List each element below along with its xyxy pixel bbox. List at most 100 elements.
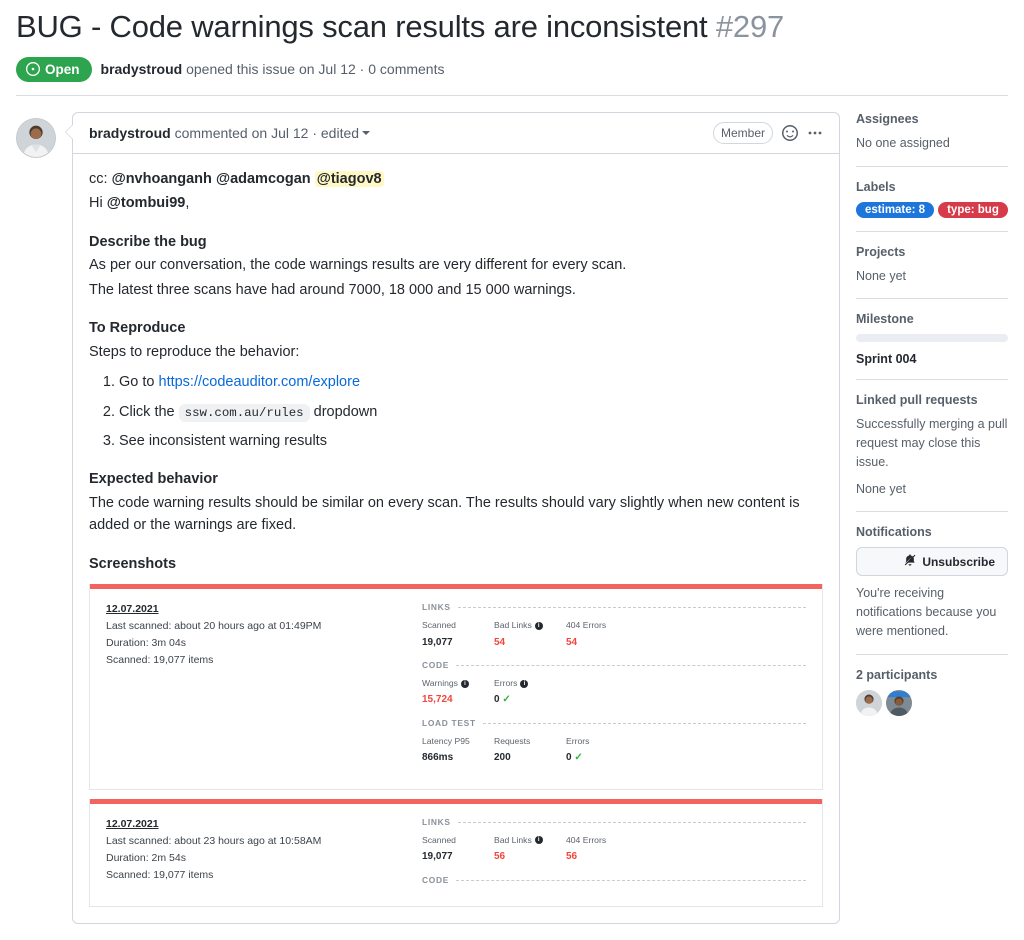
mention-tiagov8[interactable]: @tiagov8: [314, 170, 384, 187]
metric-cell: Latency P95 866ms: [422, 735, 494, 766]
metric-cell: Requests 200: [494, 735, 566, 766]
metric-cell: Bad Links i 56: [494, 834, 566, 865]
metric-row: Scanned 19,077 Bad Links i 56 404 Errors 56: [422, 834, 806, 865]
scan-scanned: Scanned: 19,077 items: [106, 654, 214, 667]
issue-page: BUG - Code warnings scan results are inc…: [0, 0, 1024, 924]
scan-duration: Duration: 2m 54s: [106, 851, 186, 864]
metric-cell: Scanned 19,077: [422, 619, 494, 650]
scan-date[interactable]: 12.07.2021: [106, 601, 406, 618]
metric-cell: Warnings i 15,724: [422, 677, 494, 708]
scan-card-content: 12.07.2021 Last scanned: about 23 hours a…: [90, 804, 822, 906]
metric-group-rule: [456, 879, 806, 881]
info-icon[interactable]: i: [534, 621, 543, 630]
linked-pr-value: None yet: [856, 481, 907, 496]
comment-author[interactable]: bradystroud: [89, 125, 171, 141]
check-icon: ✓: [499, 694, 511, 706]
metric-label-text: Scanned: [422, 834, 456, 845]
member-badge: Member: [712, 121, 773, 144]
comment-body: cc: @nvhoanganh @adamcogan @tiagov8 Hi @…: [73, 154, 839, 923]
issue-opened-icon: [26, 62, 40, 77]
labels-title[interactable]: Labels: [856, 180, 1008, 194]
cc-line: cc: @nvhoanganh @adamcogan @tiagov8: [89, 168, 823, 190]
chevron-down-icon[interactable]: [362, 130, 371, 135]
status-badge[interactable]: Open: [16, 56, 92, 82]
metric-group-title: CODE: [422, 874, 449, 885]
metric-label-text: Errors: [566, 735, 590, 746]
metric-label-text: Latency P95: [422, 735, 470, 746]
info-icon[interactable]: i: [520, 679, 529, 688]
info-icon[interactable]: i: [460, 679, 469, 688]
scan-metrics: LINKS Scanned 19,077 Bad Links i 54 404 Errors…: [422, 601, 806, 774]
scan-last-scanned: Last scanned: about 20 hours ago at 01:4…: [106, 620, 322, 633]
mention-adamcogan[interactable]: @adamcogan: [216, 171, 311, 187]
unsubscribe-button[interactable]: Unsubscribe: [856, 547, 1008, 577]
step-2-prefix: Click the: [119, 403, 179, 420]
metric-group-header: LOAD TEST: [422, 717, 806, 730]
label-pill-0[interactable]: estimate: 8: [856, 201, 935, 218]
metric-group-title: LINKS: [422, 602, 451, 613]
metric-label-text: Warnings: [422, 678, 458, 689]
notifications-section: Notifications Unsubscribe You're receivi…: [856, 511, 1008, 653]
assignees-title[interactable]: Assignees: [856, 112, 1008, 126]
milestone-title[interactable]: Milestone: [856, 312, 1008, 326]
meta-separator: ·: [359, 61, 365, 78]
issue-author[interactable]: bradystroud: [101, 61, 183, 77]
info-icon[interactable]: i: [534, 836, 543, 845]
projects-value: None yet: [856, 268, 907, 283]
scan-summary: 12.07.2021 Last scanned: about 20 hours a…: [106, 601, 406, 774]
comment-edited-label[interactable]: edited: [321, 125, 359, 141]
notifications-text: You're receiving notifications because y…: [856, 586, 997, 638]
issue-comment-count: 0 comments: [368, 61, 445, 78]
explore-link[interactable]: https://codeauditor.com/explore: [159, 374, 361, 390]
labels-list: estimate: 8 type: bug: [856, 201, 1008, 218]
smiley-icon[interactable]: [782, 124, 798, 141]
status-badge-label: Open: [45, 61, 80, 77]
participant-avatar-2[interactable]: [886, 689, 912, 716]
scan-card: 12.07.2021 Last scanned: about 20 hours a…: [89, 584, 823, 790]
assignees-value: No one assigned: [856, 135, 950, 150]
page-title: BUG - Code warnings scan results are inc…: [16, 8, 1008, 47]
metric-group-title: CODE: [422, 660, 449, 671]
issue-meta-row: Open bradystroud opened this issue on Ju…: [16, 56, 1008, 95]
metric-group-header: LINKS: [422, 601, 806, 614]
avatar-column: [16, 112, 72, 924]
describe-line-2: The latest three scans have had around 7…: [89, 281, 576, 298]
comment-thread: bradystroud commented on Jul 12 · edited…: [16, 111, 840, 924]
participant-avatar-1[interactable]: [856, 689, 882, 716]
milestone-progress-bar: [856, 334, 1008, 343]
metric-value: 15,724: [422, 694, 453, 706]
greeting-suffix: ,: [185, 195, 190, 212]
notifications-title: Notifications: [856, 525, 932, 540]
metric-label-text: Errors: [494, 678, 518, 689]
avatar[interactable]: [16, 117, 56, 158]
metric-label: Bad Links i: [494, 834, 566, 847]
metric-group-rule: [457, 607, 806, 609]
reproduce-intro: Steps to reproduce the behavior:: [89, 343, 300, 360]
metric-label: Errors: [566, 735, 638, 748]
label-pill-1[interactable]: type: bug: [938, 201, 1008, 218]
scan-screenshots: 12.07.2021 Last scanned: about 20 hours a…: [89, 584, 823, 907]
mention-tombui99[interactable]: @tombui99: [107, 195, 186, 211]
linked-pr-title[interactable]: Linked pull requests: [856, 393, 1008, 407]
issue-title-text: BUG - Code warnings scan results are inc…: [16, 9, 708, 44]
projects-title[interactable]: Projects: [856, 245, 1008, 259]
milestone-name[interactable]: Sprint 004: [856, 352, 1008, 366]
linked-pull-requests-section: Linked pull requests Successfully mergin…: [856, 379, 1008, 511]
mention-nvhoanganh[interactable]: @nvhoanganh: [112, 171, 212, 187]
participants-avatars: [856, 689, 1008, 716]
step-1: Go to https://codeauditor.com/explore: [119, 371, 823, 393]
unsubscribe-label: Unsubscribe: [922, 554, 995, 569]
metric-value: 0 ✓: [494, 694, 511, 706]
scan-card: 12.07.2021 Last scanned: about 23 hours a…: [89, 798, 823, 907]
metric-label-text: 404 Errors: [566, 620, 607, 631]
issue-sidebar: Assignees No one assigned Labels estimat…: [840, 112, 1008, 924]
metric-label: Bad Links i: [494, 619, 566, 632]
metric-group-header: LINKS: [422, 816, 806, 829]
scan-date[interactable]: 12.07.2021: [106, 816, 406, 833]
kebab-horizontal-icon[interactable]: [807, 125, 823, 141]
issue-byline: bradystroud opened this issue on Jul 12 …: [101, 61, 445, 77]
metric-cell: Errors i 0 ✓: [494, 677, 566, 708]
issue-action-text: opened this issue on Jul 12: [186, 61, 356, 78]
metric-label-text: Bad Links: [494, 834, 532, 845]
scan-scanned: Scanned: 19,077 items: [106, 868, 214, 881]
